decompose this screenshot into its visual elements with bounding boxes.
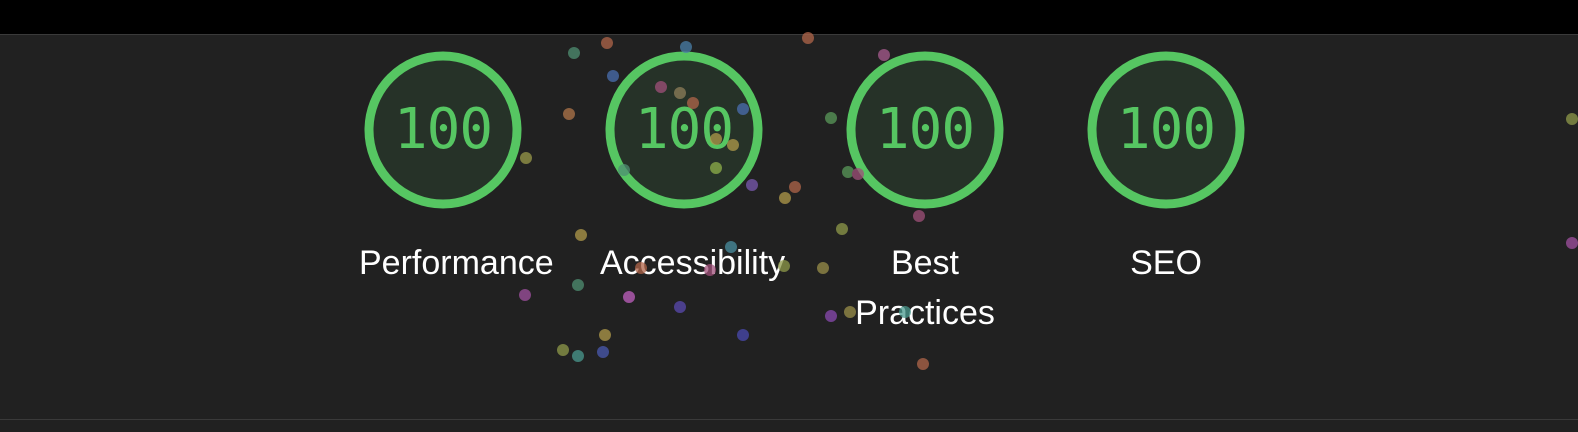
score-value: 100 (634, 97, 734, 162)
gauge-label: Best Practices (855, 244, 995, 332)
gauge-ring: 100 (845, 50, 1005, 210)
score-value: 100 (1116, 97, 1216, 162)
gauge-label: SEO (1130, 244, 1202, 282)
gauge-ring: 100 (604, 50, 764, 210)
score-value: 100 (393, 97, 493, 162)
gauge-ring: 100 (363, 50, 523, 210)
gauge-accessibility[interactable]: 100 Accessibility (564, 50, 804, 288)
panel-footer-strip (0, 420, 1578, 432)
gauge-best-practices[interactable]: 100 Best Practices (805, 50, 1045, 338)
score-value: 100 (875, 97, 975, 162)
gauge-seo[interactable]: 100 SEO (1046, 50, 1286, 288)
gauge-performance[interactable]: 100 Performance (323, 50, 563, 288)
gauge-ring: 100 (1086, 50, 1246, 210)
gauge-label: Performance (359, 244, 554, 282)
gauge-label: Accessibility (600, 244, 786, 282)
